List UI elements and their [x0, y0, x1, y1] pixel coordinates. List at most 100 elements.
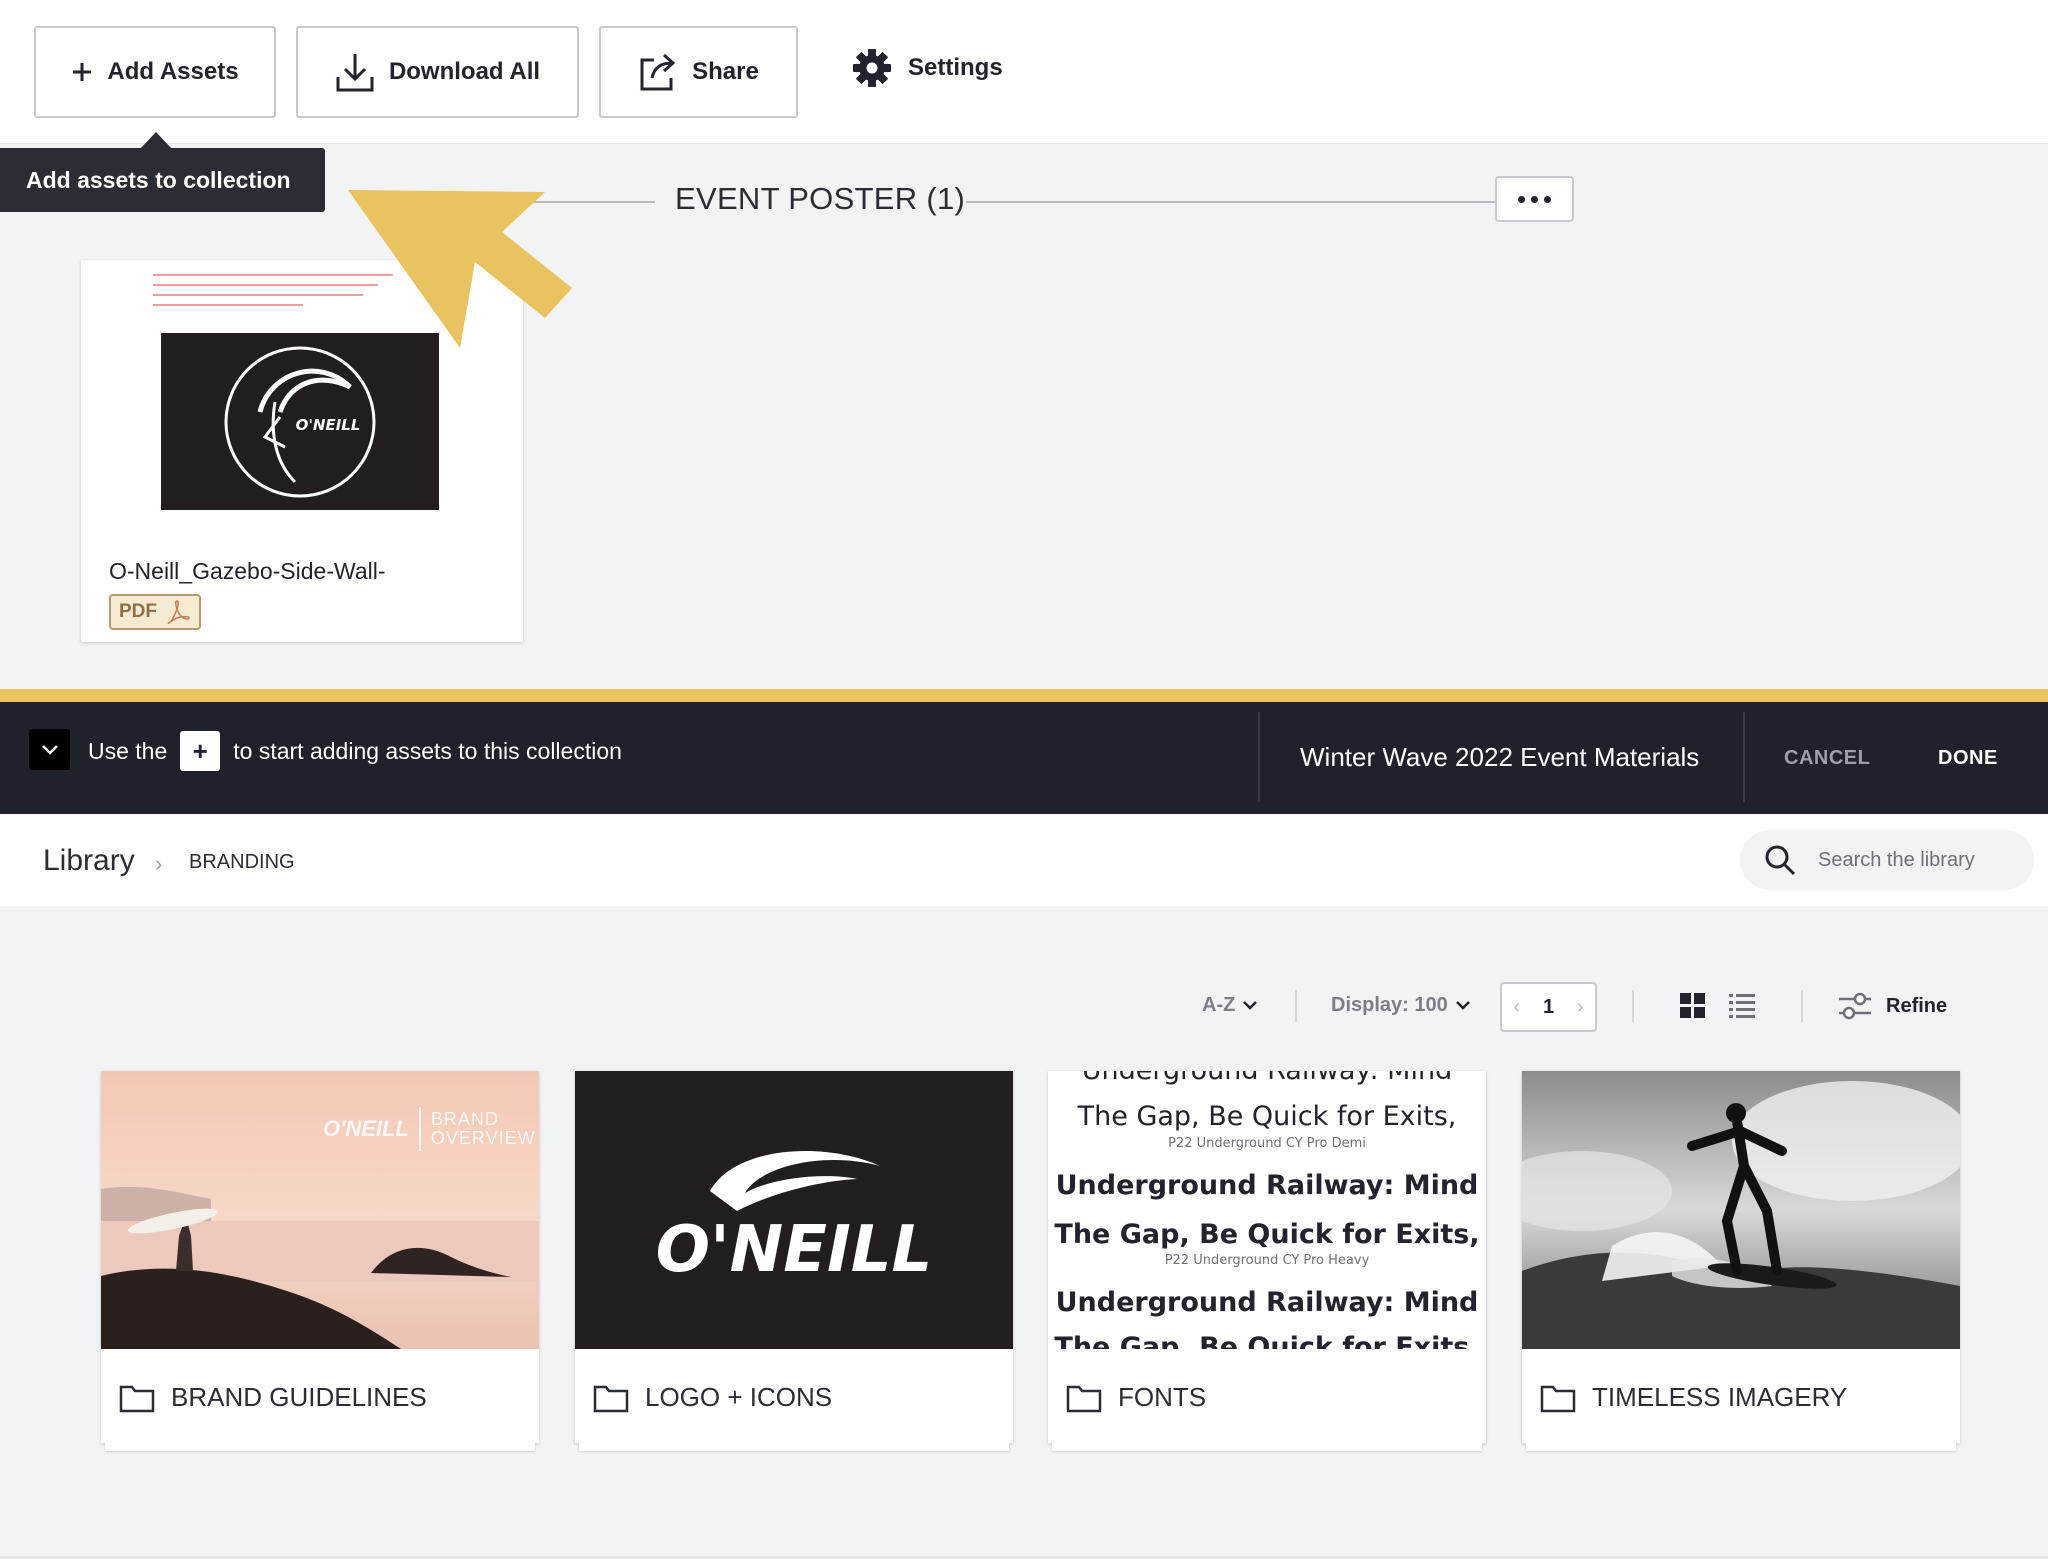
- folder-stack-edge: [105, 1443, 535, 1451]
- page-number[interactable]: 1: [1543, 996, 1554, 1019]
- settings-label: Settings: [908, 54, 1003, 81]
- overlay-logo: O'NEILL: [323, 1116, 409, 1141]
- surfer-photo: [1522, 1071, 1960, 1349]
- brand-overview-overlay: O'NEILL BRAND OVERVIEW: [323, 1107, 536, 1151]
- download-icon: [336, 54, 374, 92]
- chevron-down-icon: [41, 744, 58, 755]
- overlay-brand: BRAND: [430, 1109, 499, 1130]
- oneill-logo: O'NEILL: [656, 1151, 933, 1287]
- sort-label: A-Z: [1202, 994, 1236, 1016]
- logo-wordmark: O'NEILL: [656, 1213, 933, 1287]
- folder-card-logo-icons[interactable]: O'NEILL LOGO + ICONS: [575, 1071, 1013, 1451]
- section-more-button[interactable]: [1495, 176, 1574, 222]
- search-icon: [1765, 845, 1796, 876]
- folder-stack-edge: [1052, 1443, 1482, 1451]
- folder-icon: [1066, 1385, 1102, 1412]
- section-divider-right: [966, 201, 1495, 203]
- section-title: EVENT POSTER (1): [675, 181, 966, 216]
- pagination: ‹ 1 ›: [1500, 982, 1597, 1032]
- folder-stack-edge: [1526, 1443, 1956, 1451]
- overlay-overview: OVERVIEW: [430, 1128, 536, 1148]
- prev-page-button[interactable]: ‹: [1513, 996, 1520, 1019]
- svg-text:O'NEILL: O'NEILL: [296, 416, 361, 434]
- font-sample-thumbnail: Underground Railway: Mind The Gap, Be Qu…: [1048, 1071, 1486, 1349]
- control-divider: [1632, 990, 1634, 1022]
- folder-name: FONTS: [1118, 1382, 1207, 1412]
- gear-icon: [853, 49, 891, 87]
- folder-label: BRAND GUIDELINES: [119, 1382, 427, 1413]
- sliders-icon: [1839, 992, 1871, 1020]
- settings-button[interactable]: Settings: [852, 48, 1003, 88]
- ellipsis-icon: [1518, 195, 1525, 203]
- control-divider: [1295, 990, 1297, 1022]
- folder-card-timeless-imagery[interactable]: TIMELESS IMAGERY: [1522, 1071, 1960, 1451]
- folder-label: TIMELESS IMAGERY: [1540, 1382, 1847, 1413]
- add-assets-label: Add Assets: [107, 58, 239, 85]
- brand-logo-badge: O'NEILL: [224, 346, 376, 497]
- hint-before: Use the: [88, 737, 168, 764]
- folder-name: LOGO + ICONS: [645, 1382, 833, 1412]
- bar-divider: [1743, 712, 1745, 802]
- accent-strip: [0, 689, 2048, 702]
- font-sample-line: The Gap, Be Quick for Exits,: [1077, 1101, 1457, 1132]
- instruction-text: Use the + to start adding assets to this…: [88, 731, 622, 771]
- chevron-right-icon: ›: [155, 851, 163, 876]
- pdf-icon: [167, 600, 190, 624]
- add-assets-tooltip: Add assets to collection: [0, 148, 325, 212]
- folder-name: BRAND GUIDELINES: [171, 1382, 427, 1412]
- folder-label: LOGO + ICONS: [593, 1382, 832, 1413]
- file-type-badge: PDF: [109, 594, 201, 630]
- share-button[interactable]: Share: [599, 26, 798, 118]
- font-sample-line: Underground Railway: Mind: [1048, 1071, 1486, 1093]
- folder-icon: [593, 1385, 629, 1412]
- search-input[interactable]: [1818, 848, 1998, 872]
- folder-card-fonts[interactable]: Underground Railway: Mind The Gap, Be Qu…: [1048, 1071, 1486, 1451]
- font-caption: P22 Underground CY Pro Demi: [1168, 1136, 1366, 1151]
- folder-icon: [1540, 1385, 1576, 1412]
- folder-thumbnail: [1522, 1071, 1960, 1349]
- tooltip-pointer: [140, 132, 172, 149]
- font-caption: P22 Underground CY Pro Heavy: [1164, 1253, 1370, 1268]
- hint-after: to start adding assets to this collectio…: [233, 737, 622, 764]
- done-button[interactable]: DONE: [1938, 747, 1998, 770]
- asset-name: O-Neill_Gazebo-Side-Wall-: [109, 558, 386, 584]
- bar-divider: [1258, 712, 1260, 802]
- display-dropdown[interactable]: Display: 100: [1331, 994, 1470, 1017]
- cancel-button[interactable]: CANCEL: [1784, 747, 1870, 770]
- grid-view-icon[interactable]: [1680, 993, 1706, 1019]
- refine-label: Refine: [1886, 994, 1948, 1017]
- plus-icon: [73, 63, 92, 81]
- list-view-icon[interactable]: [1729, 993, 1755, 1019]
- share-label: Share: [692, 58, 759, 85]
- next-page-button[interactable]: ›: [1577, 996, 1584, 1019]
- file-type-label: PDF: [119, 601, 157, 622]
- search-box: [1740, 830, 2034, 890]
- breadcrumb-library[interactable]: Library: [43, 844, 135, 878]
- folder-thumbnail: O'NEILL: [575, 1071, 1013, 1349]
- pointer-arrow: [348, 190, 572, 348]
- download-all-button[interactable]: Download All: [296, 26, 579, 118]
- folder-icon: [119, 1385, 155, 1412]
- font-sample-line: Underground Railway: Mind: [1055, 1287, 1479, 1318]
- control-divider: [1801, 990, 1803, 1022]
- top-toolbar: Add Assets Download All Share Settings: [0, 0, 2048, 144]
- collection-name: Winter Wave 2022 Event Materials: [1300, 742, 1700, 772]
- font-sample-line: The Gap, Be Quick for Exits,: [1054, 1219, 1480, 1250]
- sort-dropdown[interactable]: A-Z: [1202, 994, 1258, 1017]
- font-sample-line: The Gap, Be Quick for Exits,: [1054, 1332, 1480, 1349]
- folder-stack-edge: [579, 1443, 1009, 1451]
- add-assets-button[interactable]: Add Assets: [34, 26, 276, 118]
- folder-label: FONTS: [1066, 1382, 1206, 1413]
- plus-icon: +: [180, 731, 221, 771]
- refine-button[interactable]: Refine: [1838, 991, 1947, 1021]
- chevron-down-icon: [1455, 1000, 1470, 1010]
- collapse-button[interactable]: [29, 729, 70, 770]
- folder-card-brand-guidelines[interactable]: O'NEILL BRAND OVERVIEW BRAND GUIDELINES: [101, 1071, 539, 1451]
- display-label: Display: 100: [1331, 994, 1448, 1016]
- folder-name: TIMELESS IMAGERY: [1592, 1382, 1848, 1412]
- download-all-label: Download All: [388, 58, 541, 85]
- share-icon: [640, 53, 676, 91]
- folder-thumbnail: O'NEILL BRAND OVERVIEW: [101, 1071, 539, 1349]
- chevron-down-icon: [1243, 1000, 1258, 1010]
- font-sample-line: Underground Railway: Mind: [1055, 1170, 1479, 1201]
